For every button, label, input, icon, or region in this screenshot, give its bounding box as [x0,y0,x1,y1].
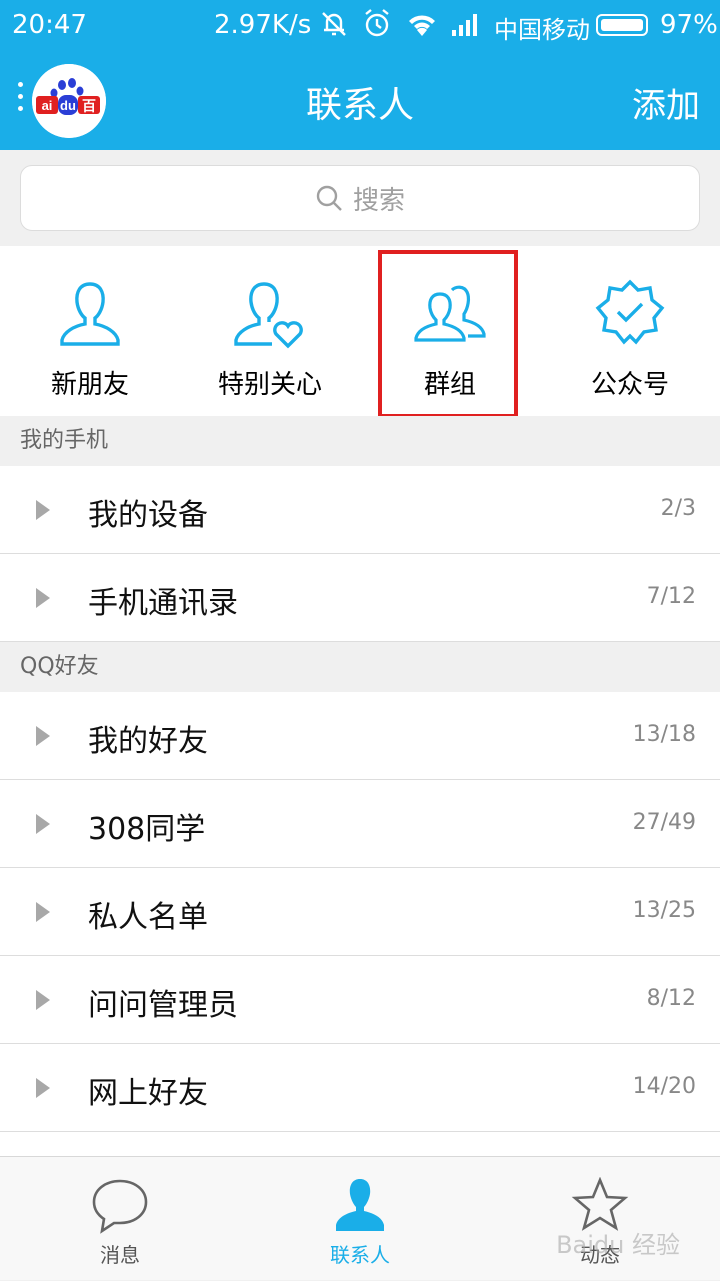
group-name: 我的设备 [88,498,208,533]
tab-label: 消息 [100,1243,140,1267]
online-count: 2/3 [660,496,696,521]
expand-arrow-icon [36,500,50,520]
search-input[interactable]: 搜索 [20,165,700,231]
quick-label: 公众号 [590,370,669,400]
quick-special-care[interactable]: 特别关心 [180,246,360,416]
expand-arrow-icon [36,814,50,834]
online-count: 8/12 [646,986,696,1011]
bottom-tab-bar: 消息 联系人 动态 Baidu 经验 [0,1156,720,1280]
badge-check-icon [592,276,668,356]
search-area: 搜索 [0,150,720,246]
expand-arrow-icon [36,990,50,1010]
battery-icon [596,14,648,36]
quick-label: 特别关心 [217,370,322,400]
section-header: 我的手机 [0,416,720,466]
person-icon [330,1177,390,1239]
page-title: 联系人 [305,85,414,126]
add-button[interactable]: 添加 [632,78,700,127]
wifi-icon [404,8,440,47]
quick-actions: 新朋友 特别关心 群组 公众号 [0,246,720,416]
network-speed: 2.97K/s [214,10,312,40]
tab-label: 联系人 [330,1243,390,1267]
group-name: 308同学 [88,812,206,847]
quick-label: 新朋友 [50,370,129,400]
tab-feed[interactable]: 动态 [480,1157,720,1281]
carrier-name: 中国移动 [494,16,590,44]
list-item[interactable]: 手机通讯录 7/12 [0,554,720,642]
group-name: 私人名单 [88,900,208,935]
expand-arrow-icon [36,1078,50,1098]
alarm-icon [362,8,392,47]
search-icon [316,185,342,211]
expand-arrow-icon [36,726,50,746]
battery-percent: 97% [660,10,718,40]
expand-arrow-icon [36,588,50,608]
list-item[interactable]: 我的设备 2/3 [0,466,720,554]
section-header: QQ好友 [0,642,720,692]
quick-official-accounts[interactable]: 公众号 [540,246,720,416]
quick-new-friends[interactable]: 新朋友 [0,246,180,416]
expand-arrow-icon [36,902,50,922]
tab-messages[interactable]: 消息 [0,1157,240,1281]
online-count: 14/20 [632,1074,696,1099]
status-time: 20:47 [12,10,87,40]
person-icon [52,276,128,356]
group-name: 我的好友 [88,724,208,759]
highlight-box [378,250,518,418]
list-item[interactable]: 308同学 27/49 [0,780,720,868]
list-item[interactable]: 问问管理员 8/12 [0,956,720,1044]
group-name: 网上好友 [88,1076,208,1111]
mute-icon [318,8,350,47]
list-item[interactable]: 网上好友 14/20 [0,1044,720,1132]
online-count: 13/18 [632,722,696,747]
app-header: ai du 百 联系人 添加 [0,52,720,150]
online-count: 27/49 [632,810,696,835]
online-count: 13/25 [632,898,696,923]
group-name: 问问管理员 [88,988,238,1023]
list-item[interactable]: 我的好友 13/18 [0,692,720,780]
search-placeholder: 搜索 [352,185,405,216]
list-item[interactable]: 私人名单 13/25 [0,868,720,956]
group-name: 手机通讯录 [88,586,238,621]
signal-icon [450,8,482,47]
status-bar: 20:47 2.97K/s 中国移动 97% [0,0,720,52]
tab-contacts[interactable]: 联系人 [240,1157,480,1281]
chat-bubble-icon [90,1177,150,1239]
watermark: Baidu 经验 [556,1231,680,1259]
person-heart-icon [230,276,310,356]
list-item-partial [0,1132,720,1156]
online-count: 7/12 [646,584,696,609]
